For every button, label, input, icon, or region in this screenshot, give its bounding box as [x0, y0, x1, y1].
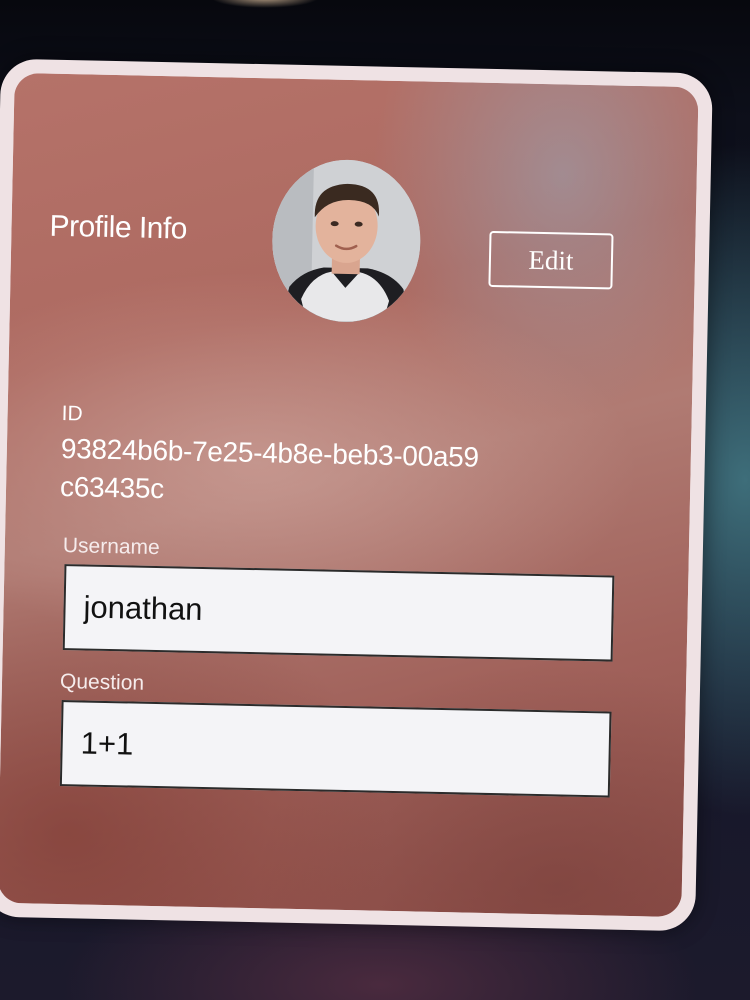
avatar-photo [270, 158, 423, 324]
avatar [270, 158, 423, 324]
profile-title: Profile Info [49, 209, 188, 246]
username-label: Username [62, 534, 160, 560]
top-light-glow [210, 0, 320, 8]
edit-button[interactable]: Edit [488, 230, 614, 290]
screen: Profile Info Edit ID 93824b6b-7e25-4b8e-… [0, 0, 750, 1000]
id-label: ID [61, 401, 83, 426]
profile-card: Profile Info Edit ID 93824b6b-7e25-4b8e-… [0, 72, 699, 918]
question-label: Question [59, 670, 145, 695]
id-value: 93824b6b-7e25-4b8e-beb3-00a59c63435c [59, 432, 480, 505]
profile-card-frame: Profile Info Edit ID 93824b6b-7e25-4b8e-… [0, 58, 713, 932]
question-field[interactable] [59, 700, 612, 798]
username-field[interactable] [62, 564, 615, 662]
